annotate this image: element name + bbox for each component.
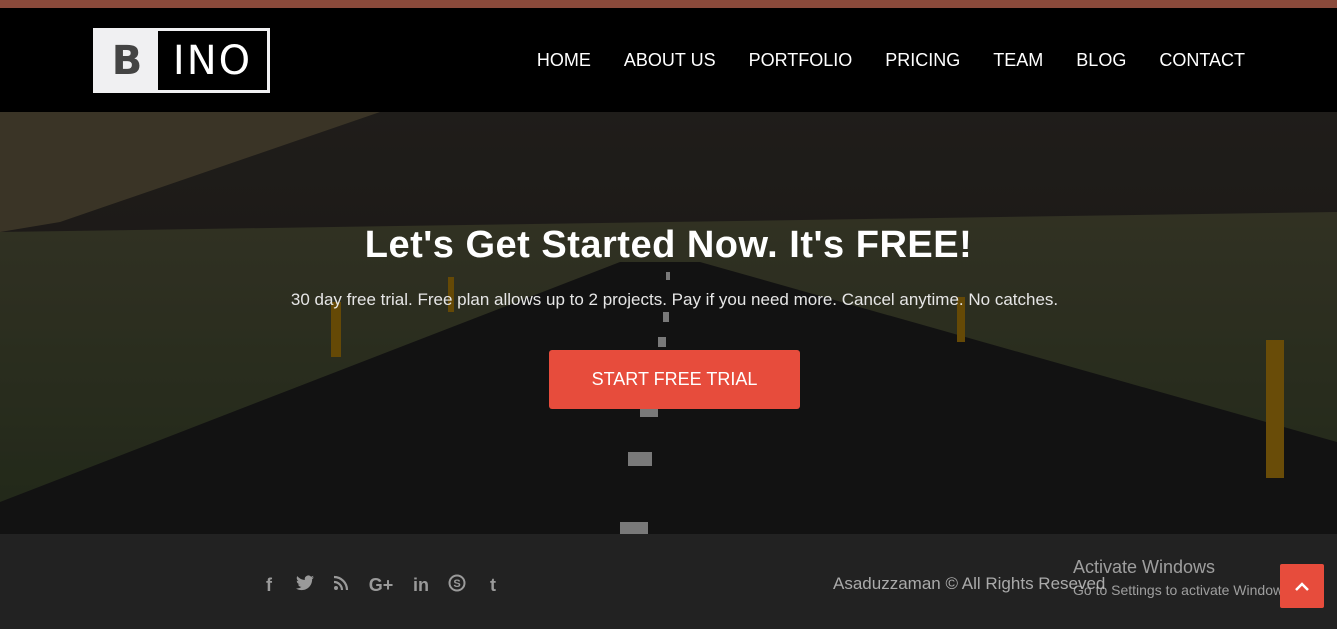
hero-title-bold: It's FREE!	[789, 224, 973, 266]
watermark-title: Activate Windows	[1073, 557, 1216, 577]
logo[interactable]: B INO	[93, 28, 270, 93]
hero-overlay	[0, 112, 1337, 534]
scroll-to-top-button[interactable]	[1280, 564, 1324, 608]
nav-team[interactable]: TEAM	[993, 50, 1043, 71]
main-nav: HOME ABOUT US PORTFOLIO PRICING TEAM BLO…	[504, 8, 1245, 112]
start-free-trial-button[interactable]: START FREE TRIAL	[549, 350, 800, 409]
logo-mark: B	[96, 31, 158, 90]
tumblr-icon[interactable]: t	[484, 575, 502, 596]
footer: f G+ in S t Asaduzzaman © All Rights Res…	[0, 534, 1337, 629]
activate-windows-watermark: Activate Windows Go to Settings to activ…	[1073, 557, 1294, 598]
watermark-subtitle: Go to Settings to activate Windows.	[1073, 582, 1294, 598]
social-links: f G+ in S t	[260, 574, 520, 597]
rss-icon[interactable]	[332, 575, 350, 596]
hero-section: Let's Get Started Now. It's FREE! 30 day…	[0, 112, 1337, 534]
navbar: B INO HOME ABOUT US PORTFOLIO PRICING TE…	[0, 8, 1337, 112]
nav-pricing[interactable]: PRICING	[885, 50, 960, 71]
skype-icon[interactable]: S	[448, 574, 466, 597]
linkedin-icon[interactable]: in	[412, 575, 430, 596]
google-plus-icon[interactable]: G+	[368, 575, 394, 596]
nav-contact[interactable]: CONTACT	[1159, 50, 1245, 71]
hero-title: Let's Get Started Now. It's FREE!	[0, 224, 1337, 267]
hero-title-light: Let's Get Started Now.	[364, 224, 779, 266]
twitter-icon[interactable]	[296, 575, 314, 596]
nav-home[interactable]: HOME	[537, 50, 591, 71]
chevron-up-icon	[1295, 582, 1309, 591]
nav-blog[interactable]: BLOG	[1076, 50, 1126, 71]
top-accent-strip	[0, 0, 1337, 8]
nav-about-us[interactable]: ABOUT US	[624, 50, 716, 71]
nav-portfolio[interactable]: PORTFOLIO	[749, 50, 853, 71]
hero-subtitle: 30 day free trial. Free plan allows up t…	[290, 290, 1059, 309]
copyright-text: Asaduzzaman © All Rights Reseved	[833, 574, 1106, 593]
facebook-icon[interactable]: f	[260, 575, 278, 596]
logo-text: INO	[172, 37, 253, 84]
svg-text:S: S	[453, 578, 460, 590]
